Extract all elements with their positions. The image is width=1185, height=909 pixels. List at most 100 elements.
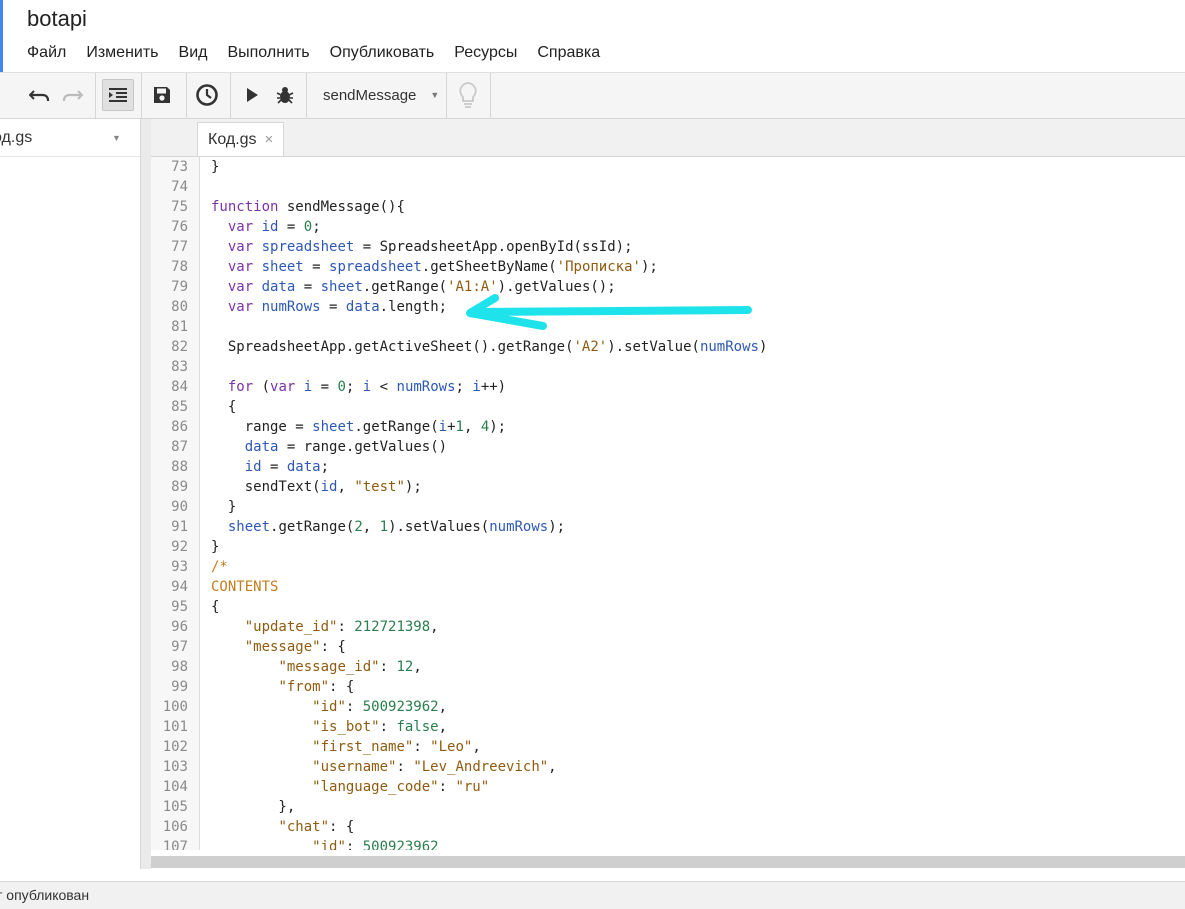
line-number: 99: [171, 679, 188, 695]
app-header: botapi Файл Изменить Вид Выполнить Опубл…: [0, 0, 1185, 73]
line-number: 94: [171, 579, 188, 595]
code-line[interactable]: "message": {: [211, 637, 1181, 657]
toolbar: sendMessage ▼: [0, 73, 1185, 119]
line-number: 97: [171, 639, 188, 655]
code-line[interactable]: for (var i = 0; i < numRows; i++): [211, 377, 1181, 397]
line-number: 95: [171, 599, 188, 615]
menu-edit[interactable]: Изменить: [76, 42, 168, 64]
editor-tab-strip: Код.gs ×: [151, 119, 1185, 157]
code-line[interactable]: [211, 317, 1181, 337]
code-line[interactable]: var data = sheet.getRange('A1:A').getVal…: [211, 277, 1181, 297]
toolbar-separator: [446, 73, 447, 118]
debug-button[interactable]: [269, 79, 301, 111]
horizontal-scrollbar[interactable]: [151, 856, 1185, 868]
chevron-down-icon: ▼: [430, 90, 440, 100]
triggers-button[interactable]: [191, 79, 223, 111]
file-menu-chevron-icon[interactable]: ▼: [112, 133, 121, 143]
code-line[interactable]: var numRows = data.length;: [211, 297, 1181, 317]
code-line[interactable]: [211, 177, 1181, 197]
line-number: 84: [171, 379, 188, 395]
line-number: 87: [171, 439, 188, 455]
menu-run[interactable]: Выполнить: [217, 42, 319, 64]
toolbar-separator: [306, 73, 307, 118]
line-number: 106: [162, 819, 188, 835]
code-line[interactable]: "update_id": 212721398,: [211, 617, 1181, 637]
file-name: од.gs: [0, 129, 33, 146]
line-number-gutter: 73 74 75 76 77 78 79 80 81 82 83 84 85 86 87 88 89 90 91 92…: [151, 157, 200, 850]
close-icon[interactable]: ×: [265, 131, 274, 148]
line-number: 86: [171, 419, 188, 435]
file-list-item[interactable]: од.gs ▼: [0, 119, 140, 157]
code-line[interactable]: "chat": {: [211, 817, 1181, 837]
menu-file[interactable]: Файл: [17, 42, 76, 64]
code-line[interactable]: "username": "Lev_Andreevich",: [211, 757, 1181, 777]
line-number: 100: [162, 699, 188, 715]
code-line[interactable]: var sheet = spreadsheet.getSheetByName('…: [211, 257, 1181, 277]
code-line[interactable]: "language_code": "ru": [211, 777, 1181, 797]
save-icon: [154, 87, 170, 103]
lightbulb-button[interactable]: [452, 79, 484, 111]
code-line[interactable]: /*: [211, 557, 1181, 577]
code-line[interactable]: "from": {: [211, 677, 1181, 697]
toolbar-separator: [490, 73, 491, 118]
toolbar-separator: [95, 73, 96, 118]
undo-button[interactable]: [24, 79, 56, 111]
triggers-clock-icon: [196, 84, 218, 106]
code-line[interactable]: }: [211, 157, 1181, 177]
code-line[interactable]: }: [211, 537, 1181, 557]
line-number: 104: [162, 779, 188, 795]
line-number: 90: [171, 499, 188, 515]
code-line[interactable]: "id": 500923962: [211, 837, 1181, 850]
code-line[interactable]: "is_bot": false,: [211, 717, 1181, 737]
tab-code-gs[interactable]: Код.gs ×: [197, 122, 285, 156]
line-number: 89: [171, 479, 188, 495]
code-line[interactable]: var id = 0;: [211, 217, 1181, 237]
code-line[interactable]: data = range.getValues(): [211, 437, 1181, 457]
code-line[interactable]: }: [211, 497, 1181, 517]
code-line[interactable]: [211, 357, 1181, 377]
status-bar: т опубликован: [0, 881, 1185, 909]
menu-bar: Файл Изменить Вид Выполнить Опубликовать…: [17, 42, 610, 64]
status-text: т опубликован: [0, 887, 90, 903]
code-line[interactable]: {: [211, 397, 1181, 417]
line-number: 82: [171, 339, 188, 355]
code-line[interactable]: {: [211, 597, 1181, 617]
code-line[interactable]: range = sheet.getRange(i+1, 4);: [211, 417, 1181, 437]
line-number: 74: [171, 179, 188, 195]
line-number: 98: [171, 659, 188, 675]
indent-button[interactable]: [102, 79, 134, 111]
line-number: 93: [171, 559, 188, 575]
run-button[interactable]: [236, 79, 268, 111]
line-number: 80: [171, 299, 188, 315]
code-line[interactable]: function sendMessage(){: [211, 197, 1181, 217]
code-line[interactable]: var spreadsheet = SpreadsheetApp.openByI…: [211, 237, 1181, 257]
file-panel: од.gs ▼: [0, 119, 141, 869]
function-select-label: sendMessage: [323, 86, 417, 104]
code-line[interactable]: "message_id": 12,: [211, 657, 1181, 677]
save-button[interactable]: [146, 79, 178, 111]
code-line[interactable]: sheet.getRange(2, 1).setValues(numRows);: [211, 517, 1181, 537]
line-number: 81: [171, 319, 188, 335]
line-number: 73: [171, 159, 188, 175]
code-line[interactable]: id = data;: [211, 457, 1181, 477]
line-number: 83: [171, 359, 188, 375]
function-select[interactable]: sendMessage ▼: [309, 79, 439, 111]
redo-button[interactable]: [56, 79, 88, 111]
menu-resources[interactable]: Ресурсы: [444, 42, 527, 64]
menu-view[interactable]: Вид: [169, 42, 218, 64]
tab-label: Код.gs: [208, 130, 257, 148]
panel-divider[interactable]: [141, 119, 151, 869]
code-line[interactable]: CONTENTS: [211, 577, 1181, 597]
line-number: 101: [162, 719, 188, 735]
project-title[interactable]: botapi: [27, 6, 87, 32]
code-line[interactable]: sendText(id, "test");: [211, 477, 1181, 497]
menu-publish[interactable]: Опубликовать: [320, 42, 445, 64]
code-line[interactable]: },: [211, 797, 1181, 817]
code-editor[interactable]: } function sendMessage(){ var id = 0; var…: [211, 157, 1181, 850]
line-number: 88: [171, 459, 188, 475]
code-line[interactable]: SpreadsheetApp.getActiveSheet().getRange…: [211, 337, 1181, 357]
code-line[interactable]: "first_name": "Leo",: [211, 737, 1181, 757]
run-icon: [247, 88, 258, 102]
code-line[interactable]: "id": 500923962,: [211, 697, 1181, 717]
menu-help[interactable]: Справка: [527, 42, 610, 64]
